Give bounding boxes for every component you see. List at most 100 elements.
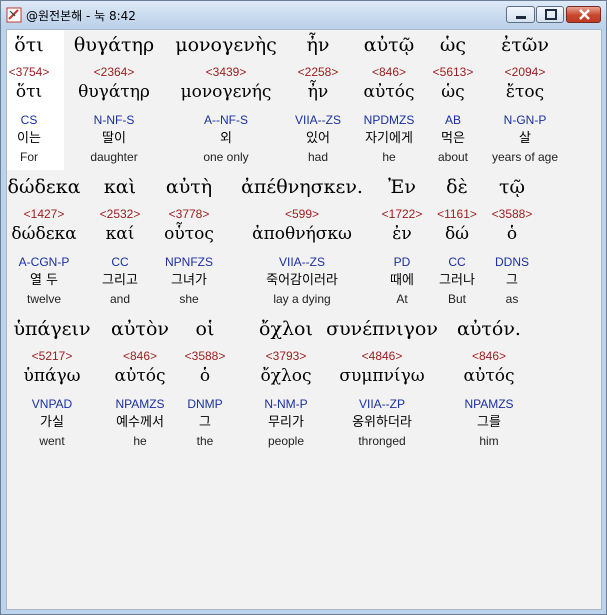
word-korean[interactable]: 예수께서: [116, 415, 164, 431]
word-strong[interactable]: <3439>: [206, 65, 247, 79]
word-lemma[interactable]: ὡς: [441, 82, 464, 102]
word-korean[interactable]: 때에: [390, 273, 414, 289]
word-parse[interactable]: PD: [394, 255, 411, 269]
word-greek[interactable]: ὑπάγειν: [13, 318, 90, 340]
word-greek[interactable]: τῷ: [499, 176, 525, 198]
word-lemma[interactable]: αὐτός: [364, 82, 415, 102]
word-lemma[interactable]: αὐτός: [115, 366, 166, 386]
word-parse[interactable]: CC: [111, 255, 128, 269]
word-english[interactable]: lay a dying: [273, 292, 330, 306]
word-parse[interactable]: CS: [21, 113, 38, 127]
close-button[interactable]: [566, 6, 601, 23]
word-english[interactable]: one only: [203, 150, 248, 164]
word-lemma[interactable]: δώδεκα: [11, 224, 76, 244]
word-korean[interactable]: 먹은: [441, 131, 465, 147]
word-parse[interactable]: N-GN-P: [504, 113, 547, 127]
word-korean[interactable]: 그: [506, 273, 518, 289]
word-korean[interactable]: 무리가: [268, 415, 304, 431]
word-korean[interactable]: 있어: [306, 131, 330, 147]
word-english[interactable]: as: [506, 292, 519, 306]
word-parse[interactable]: VNPAD: [32, 397, 72, 411]
word-lemma[interactable]: ἦν: [308, 82, 329, 102]
word-korean[interactable]: 딸이: [102, 131, 126, 147]
word-english[interactable]: about: [438, 150, 468, 164]
word-english[interactable]: twelve: [27, 292, 61, 306]
word-english[interactable]: people: [268, 434, 304, 448]
word-strong[interactable]: <3778>: [169, 207, 210, 221]
word-greek[interactable]: ὄχλοι: [259, 318, 313, 340]
word-strong[interactable]: <846>: [372, 65, 406, 79]
word-lemma[interactable]: ὁ: [200, 366, 210, 386]
word-lemma[interactable]: μονογενής: [181, 82, 272, 102]
word-english[interactable]: At: [396, 292, 407, 306]
word-greek[interactable]: συνέπνιγον: [326, 318, 438, 340]
word-parse[interactable]: NPDMZS: [364, 113, 415, 127]
word-strong[interactable]: <2364>: [94, 65, 135, 79]
word-lemma[interactable]: ἐν: [392, 224, 411, 244]
word-strong[interactable]: <5217>: [32, 349, 73, 363]
word-korean[interactable]: 그러나: [439, 273, 475, 289]
word-parse[interactable]: VIIA--ZS: [295, 113, 341, 127]
word-english[interactable]: But: [448, 292, 466, 306]
word-greek[interactable]: οἱ: [196, 318, 215, 340]
word-parse[interactable]: DDNS: [495, 255, 529, 269]
word-strong[interactable]: <1161>: [437, 207, 477, 221]
word-greek[interactable]: μονογενὴς: [175, 34, 277, 56]
word-greek[interactable]: θυγάτηρ: [74, 34, 154, 56]
word-parse[interactable]: DNMP: [187, 397, 222, 411]
word-strong[interactable]: <3793>: [266, 349, 307, 363]
word-greek[interactable]: αὐτὸν: [111, 318, 169, 340]
word-greek[interactable]: αὐτῷ: [364, 34, 414, 56]
word-lemma[interactable]: ὑπάγω: [23, 366, 80, 386]
title-bar[interactable]: @원전본해 - 눅 8:42: [1, 1, 606, 28]
word-lemma[interactable]: ὄχλος: [260, 366, 311, 386]
word-parse[interactable]: NPAMZS: [464, 397, 513, 411]
word-strong[interactable]: <2532>: [100, 207, 141, 221]
word-greek[interactable]: αὐτόν.: [457, 318, 521, 340]
word-greek[interactable]: δώδεκα: [8, 176, 81, 198]
word-parse[interactable]: VIIA--ZS: [279, 255, 325, 269]
word-greek[interactable]: ἦν: [307, 34, 330, 56]
word-parse[interactable]: CC: [448, 255, 465, 269]
word-parse[interactable]: A-CGN-P: [19, 255, 70, 269]
word-parse[interactable]: VIIA--ZP: [359, 397, 405, 411]
word-english[interactable]: the: [197, 434, 214, 448]
word-english[interactable]: had: [308, 150, 328, 164]
word-parse[interactable]: N-NM-P: [264, 397, 307, 411]
word-strong[interactable]: <5613>: [433, 65, 474, 79]
word-parse[interactable]: N-NF-S: [94, 113, 135, 127]
word-greek[interactable]: δὲ: [446, 176, 468, 198]
word-korean[interactable]: 살: [519, 131, 531, 147]
word-strong[interactable]: <2258>: [298, 65, 339, 79]
word-parse[interactable]: AB: [445, 113, 461, 127]
word-greek[interactable]: αὐτὴ: [166, 176, 212, 198]
word-parse[interactable]: NPNFZS: [165, 255, 213, 269]
word-lemma[interactable]: ὁ: [507, 224, 517, 244]
word-english[interactable]: she: [179, 292, 198, 306]
word-english[interactable]: and: [110, 292, 130, 306]
word-greek[interactable]: καὶ: [104, 176, 136, 198]
word-korean[interactable]: 이는: [17, 131, 41, 147]
word-korean[interactable]: 열 두: [30, 273, 58, 289]
word-korean[interactable]: 가실: [40, 415, 64, 431]
word-greek[interactable]: ἀπέθνησκεν.: [241, 176, 363, 198]
word-english[interactable]: went: [39, 434, 64, 448]
word-korean[interactable]: 외: [220, 131, 232, 147]
word-lemma[interactable]: δώ: [445, 224, 469, 244]
word-korean[interactable]: 죽어감이러라: [266, 273, 338, 289]
word-english[interactable]: years of age: [492, 150, 558, 164]
word-strong[interactable]: <1722>: [382, 207, 423, 221]
word-english[interactable]: thronged: [358, 434, 405, 448]
word-strong[interactable]: <2094>: [505, 65, 546, 79]
word-lemma[interactable]: θυγάτηρ: [78, 82, 150, 102]
word-strong[interactable]: <3588>: [492, 207, 533, 221]
word-korean[interactable]: 자기에게: [365, 131, 413, 147]
word-lemma[interactable]: καί: [106, 224, 135, 244]
word-greek[interactable]: ὡς: [440, 34, 466, 56]
word-strong[interactable]: <4846>: [362, 349, 403, 363]
word-korean[interactable]: 그: [199, 415, 211, 431]
word-lemma[interactable]: συμπνίγω: [339, 366, 424, 386]
word-korean[interactable]: 그리고: [102, 273, 138, 289]
word-english[interactable]: For: [20, 150, 38, 164]
word-strong[interactable]: <3588>: [185, 349, 226, 363]
